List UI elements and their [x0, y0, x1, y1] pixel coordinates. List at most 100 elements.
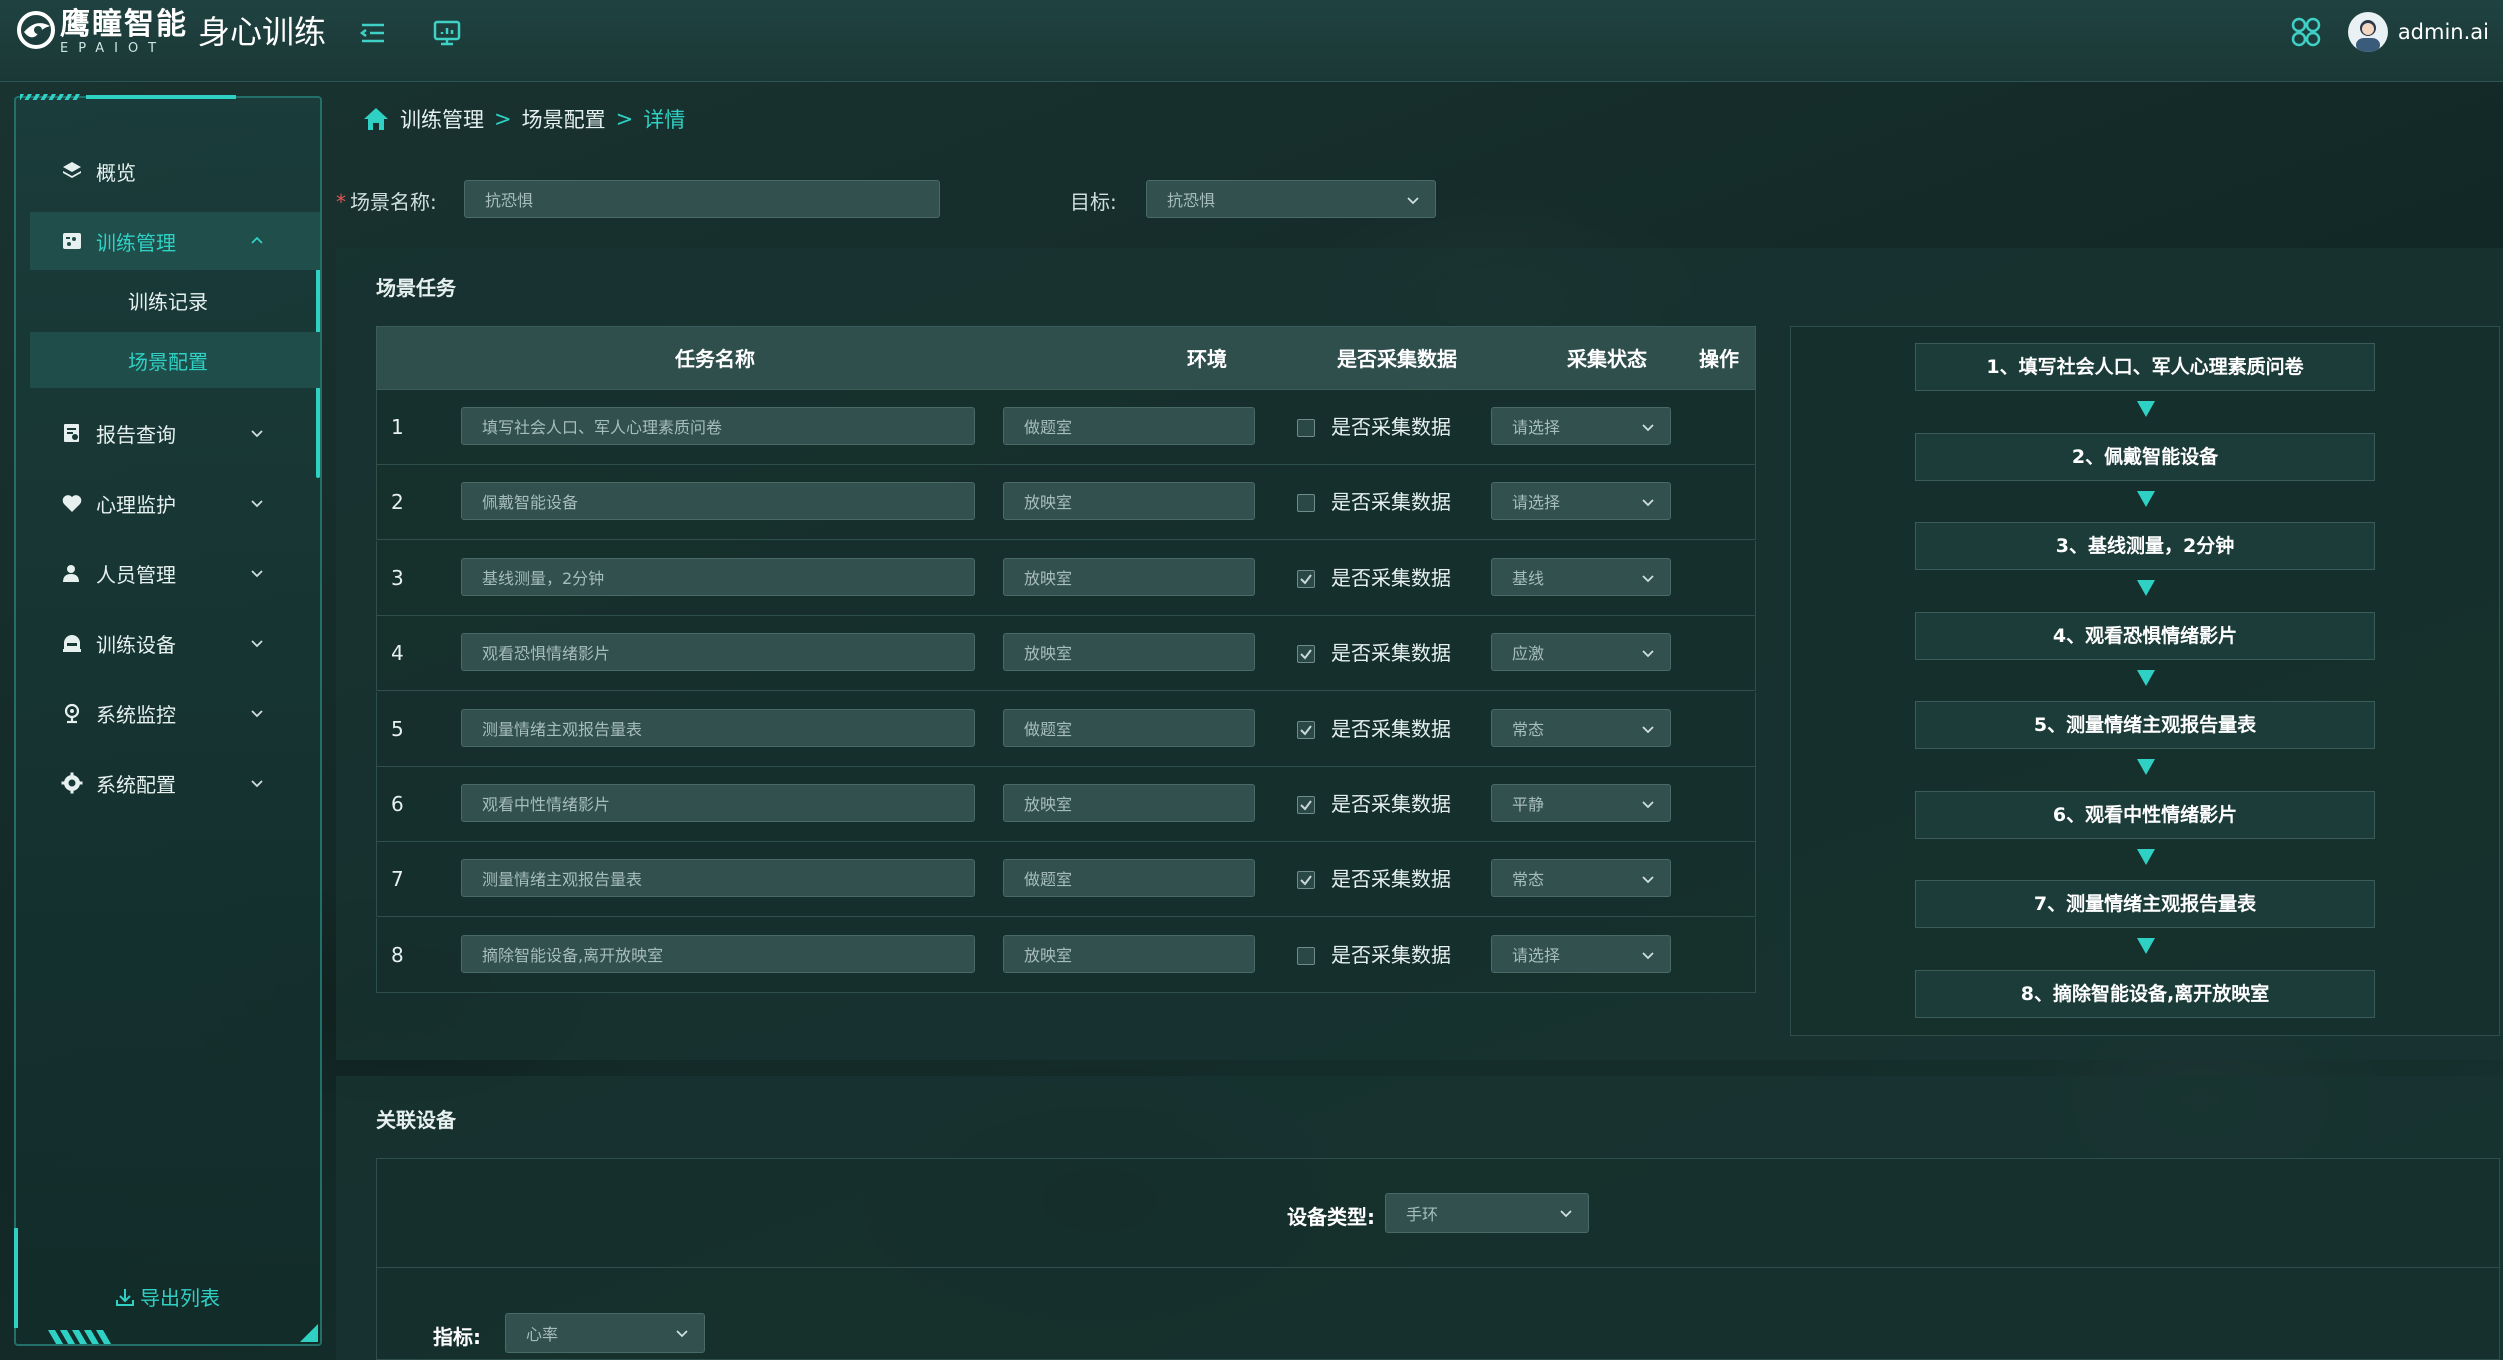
sidebar-item-psych-monitor[interactable]: 心理监护 [30, 474, 320, 532]
heart-icon [62, 495, 82, 512]
collect-status-select[interactable]: 常态 [1491, 859, 1671, 898]
flow-arrow-icon [2137, 759, 2155, 775]
col-task-name: 任务名称 [675, 347, 755, 371]
sidebar-item-label: 概览 [96, 160, 136, 185]
collect-label: 是否采集数据 [1331, 716, 1451, 741]
goal-select[interactable]: 抗恐惧 [1146, 180, 1436, 218]
home-icon[interactable] [362, 106, 390, 132]
breadcrumb-separator: > [494, 107, 512, 131]
sidebar-item-training[interactable]: 训练管理 [30, 212, 320, 270]
collect-status-select[interactable]: 应激 [1491, 633, 1671, 672]
collect-checkbox[interactable] [1297, 569, 1315, 588]
collect-checkbox[interactable] [1297, 871, 1315, 890]
collect-checkbox[interactable] [1297, 494, 1315, 513]
environment-input[interactable]: 做题室 [1003, 859, 1255, 898]
chevron-down-icon [1642, 424, 1654, 432]
flow-step: 3、基线测量，2分钟 [1915, 522, 2375, 570]
collect-status-select[interactable]: 常态 [1491, 708, 1671, 747]
chevron-down-icon [1642, 952, 1654, 960]
goal-select-value: 抗恐惧 [1167, 191, 1216, 210]
collect-checkbox[interactable] [1297, 720, 1315, 739]
task-name-input[interactable]: 测量情绪主观报告量表 [461, 859, 975, 898]
metric-select[interactable]: 心率 [505, 1313, 705, 1353]
row-index: 7 [391, 867, 404, 892]
task-name-input[interactable]: 佩戴智能设备 [461, 482, 975, 521]
device-type-label: 设备类型: [1287, 1205, 1375, 1229]
task-name-input[interactable]: 填写社会人口、军人心理素质问卷 [461, 407, 975, 445]
flow-arrow-icon [2137, 938, 2155, 954]
collect-checkbox[interactable] [1297, 796, 1315, 814]
flow-arrow-icon [2137, 490, 2155, 507]
environment-input[interactable]: 做题室 [1003, 708, 1255, 747]
apps-icon[interactable] [2288, 14, 2324, 50]
collect-status-select[interactable]: 请选择 [1491, 482, 1671, 521]
environment-input[interactable]: 放映室 [1003, 633, 1255, 672]
user-name[interactable]: admin.ai [2398, 20, 2489, 44]
chevron-down-icon [676, 1330, 688, 1338]
task-name-input[interactable]: 测量情绪主观报告量表 [461, 708, 975, 747]
task-name-input[interactable]: 摘除智能设备,离开放映室 [461, 934, 975, 973]
device-type-select[interactable]: 手环 [1385, 1193, 1589, 1233]
collect-status-select[interactable]: 基线 [1491, 557, 1671, 596]
sidebar-item-overview[interactable]: 概览 [30, 142, 320, 200]
menu-fold-icon[interactable] [356, 16, 390, 50]
layers-icon [63, 162, 81, 178]
sidebar-item-training-devices[interactable]: 训练设备 [30, 614, 320, 672]
environment-input[interactable]: 放映室 [1003, 482, 1255, 521]
sidebar-item-personnel[interactable]: 人员管理 [30, 544, 320, 602]
breadcrumb-separator: > [615, 107, 634, 131]
export-list-button[interactable]: 导出列表 [114, 1282, 220, 1311]
environment-input[interactable]: 放映室 [1003, 557, 1255, 596]
brand: 鹰瞳智能 EPAIOT [60, 8, 188, 56]
collect-status-select[interactable]: 平静 [1491, 784, 1671, 822]
table-row: 2 佩戴智能设备 放映室 是否采集数据 请选择 [376, 465, 1756, 541]
task-name-input[interactable]: 基线测量，2分钟 [461, 557, 975, 596]
row-index: 8 [391, 942, 404, 967]
task-name-input[interactable]: 观看中性情绪影片 [461, 784, 975, 822]
environment-input[interactable]: 做题室 [1003, 407, 1255, 445]
collect-label: 是否采集数据 [1331, 641, 1451, 666]
sidebar-subitem-training-records[interactable]: 训练记录 [30, 272, 320, 328]
collect-checkbox[interactable] [1297, 419, 1315, 437]
sidebar-top-decoration [20, 94, 236, 100]
scene-name-input[interactable]: 抗恐惧 [464, 180, 940, 218]
environment-input[interactable]: 放映室 [1003, 784, 1255, 822]
chevron-down-icon [251, 430, 263, 438]
check-icon [1300, 724, 1312, 736]
chevron-down-icon [251, 570, 263, 578]
row-index: 6 [391, 792, 404, 816]
collect-status-value: 平静 [1512, 795, 1545, 814]
check-icon [1300, 875, 1312, 886]
sidebar-item-label: 系统监控 [96, 702, 176, 727]
collect-status-value: 常态 [1512, 719, 1545, 739]
chevron-down-icon [251, 640, 263, 648]
screen-icon[interactable] [430, 16, 464, 50]
row-index: 5 [391, 716, 404, 741]
collect-status-select[interactable]: 请选择 [1491, 407, 1671, 445]
sidebar-bottom-decoration [48, 1330, 112, 1344]
user-icon [63, 565, 79, 582]
chevron-down-icon [1560, 1210, 1572, 1218]
breadcrumb-training[interactable]: 训练管理 [400, 104, 484, 134]
sidebar-item-system-config[interactable]: 系统配置 [30, 754, 320, 812]
flow-step: 4、观看恐惧情绪影片 [1915, 611, 2375, 660]
chevron-down-icon [1642, 650, 1654, 658]
device-section-title: 关联设备 [376, 1108, 456, 1132]
collect-checkbox[interactable] [1297, 645, 1315, 664]
avatar[interactable] [2347, 12, 2388, 52]
collect-checkbox[interactable] [1297, 946, 1315, 965]
chevron-down-icon [1642, 575, 1654, 583]
sidebar-item-report[interactable]: 报告查询 [30, 404, 320, 462]
chevron-down-icon [251, 500, 263, 508]
breadcrumb-scene-config[interactable]: 场景配置 [522, 104, 606, 134]
sidebar-subitem-scene-config[interactable]: 场景配置 [30, 332, 320, 388]
collect-label: 是否采集数据 [1331, 867, 1451, 892]
sidebar-item-system-monitor[interactable]: 系统监控 [30, 684, 320, 742]
row-index: 1 [391, 415, 404, 439]
user-area[interactable]: admin.ai [2288, 10, 2489, 54]
check-icon [1300, 800, 1312, 811]
task-name-input[interactable]: 观看恐惧情绪影片 [461, 633, 975, 672]
environment-input[interactable]: 放映室 [1003, 934, 1255, 973]
sidebar-item-label: 训练管理 [96, 230, 176, 255]
collect-status-select[interactable]: 请选择 [1491, 934, 1671, 973]
